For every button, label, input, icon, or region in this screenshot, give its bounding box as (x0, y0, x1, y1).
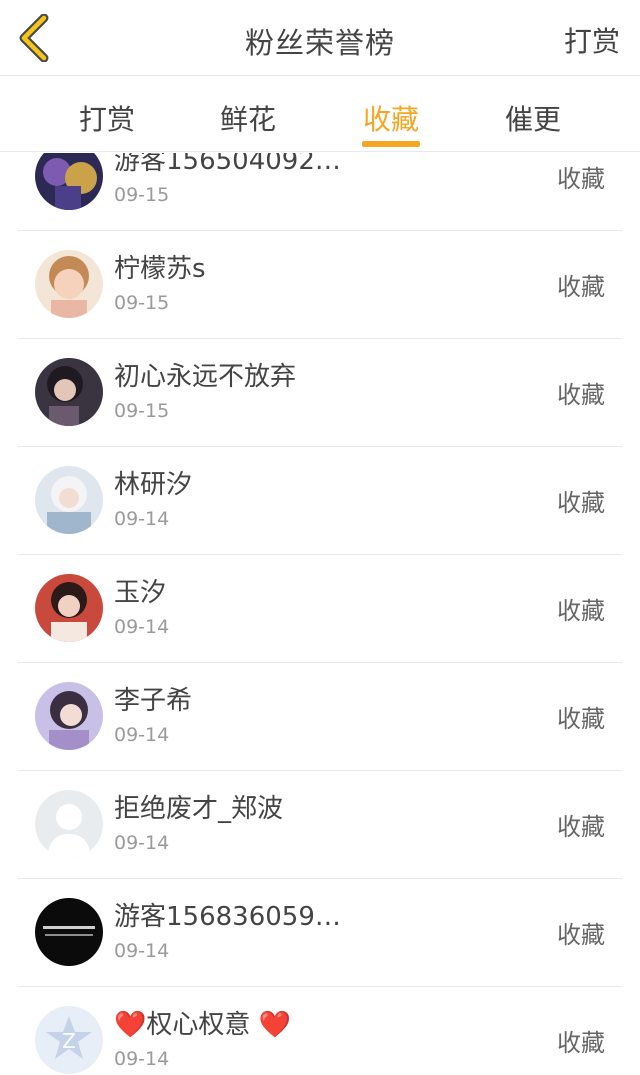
avatar (35, 790, 103, 858)
fan-action-label: 收藏 (557, 597, 605, 625)
fan-list[interactable]: 游客156504092… 09-15 收藏 柠檬苏s 09-15 收藏 初心永远… (0, 153, 640, 1075)
avatar (35, 898, 103, 966)
avatar: Z (35, 1006, 103, 1074)
tab-reward[interactable]: 打赏 (79, 98, 135, 138)
fan-name: 游客156504092… (114, 153, 341, 176)
fan-date: 09-14 (114, 832, 170, 854)
fan-date: 09-14 (114, 508, 170, 530)
list-item[interactable]: 林研汐 09-14 收藏 (18, 447, 622, 555)
tab-bar: 打赏 鲜花 收藏 催更 (0, 76, 640, 152)
fan-date: 09-15 (114, 292, 170, 314)
fan-date: 09-15 (114, 184, 170, 206)
fan-action-label: 收藏 (557, 165, 605, 193)
top-nav-bar: 粉丝荣誉榜 打赏 (0, 0, 640, 76)
fan-action-label: 收藏 (557, 273, 605, 301)
fan-name: 李子希 (114, 686, 193, 716)
fan-date: 09-14 (114, 1048, 170, 1070)
avatar (35, 574, 103, 642)
tab-flowers[interactable]: 鲜花 (220, 98, 276, 138)
list-item[interactable]: 柠檬苏s 09-15 收藏 (18, 231, 622, 339)
fan-date: 09-14 (114, 724, 170, 746)
fan-name: 拒绝废才_郑波 (114, 794, 284, 824)
avatar (35, 466, 103, 534)
fan-action-label: 收藏 (557, 381, 605, 409)
avatar (35, 153, 103, 210)
reward-button[interactable]: 打赏 (564, 20, 620, 60)
fan-name: 游客156836059… (114, 902, 341, 932)
fan-name: 初心永远不放弃 (114, 362, 297, 392)
page-title: 粉丝荣誉榜 (244, 26, 395, 60)
list-item[interactable]: 游客156504092… 09-15 收藏 (18, 153, 622, 231)
tab-favorites[interactable]: 收藏 (363, 98, 419, 138)
fan-name: ❤️权心权意 ❤️ (114, 1010, 292, 1040)
fan-action-label: 收藏 (557, 489, 605, 517)
avatar (35, 358, 103, 426)
svg-text:Z: Z (62, 1029, 76, 1053)
list-item[interactable]: 拒绝废才_郑波 09-14 收藏 (18, 771, 622, 879)
fan-action-label: 收藏 (557, 813, 605, 841)
list-item[interactable]: 李子希 09-14 收藏 (18, 663, 622, 771)
fan-name: 玉汐 (114, 578, 167, 608)
active-tab-indicator (362, 141, 420, 147)
fan-action-label: 收藏 (557, 1029, 605, 1057)
fan-name: 柠檬苏s (114, 254, 206, 284)
fan-date: 09-14 (114, 616, 170, 638)
avatar (35, 682, 103, 750)
avatar (35, 250, 103, 318)
list-item[interactable]: 玉汐 09-14 收藏 (18, 555, 622, 663)
fan-action-label: 收藏 (557, 705, 605, 733)
fan-name: 林研汐 (114, 470, 193, 500)
list-item[interactable]: 游客156836059… 09-14 收藏 (18, 879, 622, 987)
fan-date: 09-14 (114, 940, 170, 962)
fan-date: 09-15 (114, 400, 170, 422)
tab-urge-update[interactable]: 催更 (505, 98, 561, 138)
list-item[interactable]: Z ❤️权心权意 ❤️ 09-14 收藏 (18, 987, 622, 1075)
list-item[interactable]: 初心永远不放弃 09-15 收藏 (18, 339, 622, 447)
fan-action-label: 收藏 (557, 921, 605, 949)
